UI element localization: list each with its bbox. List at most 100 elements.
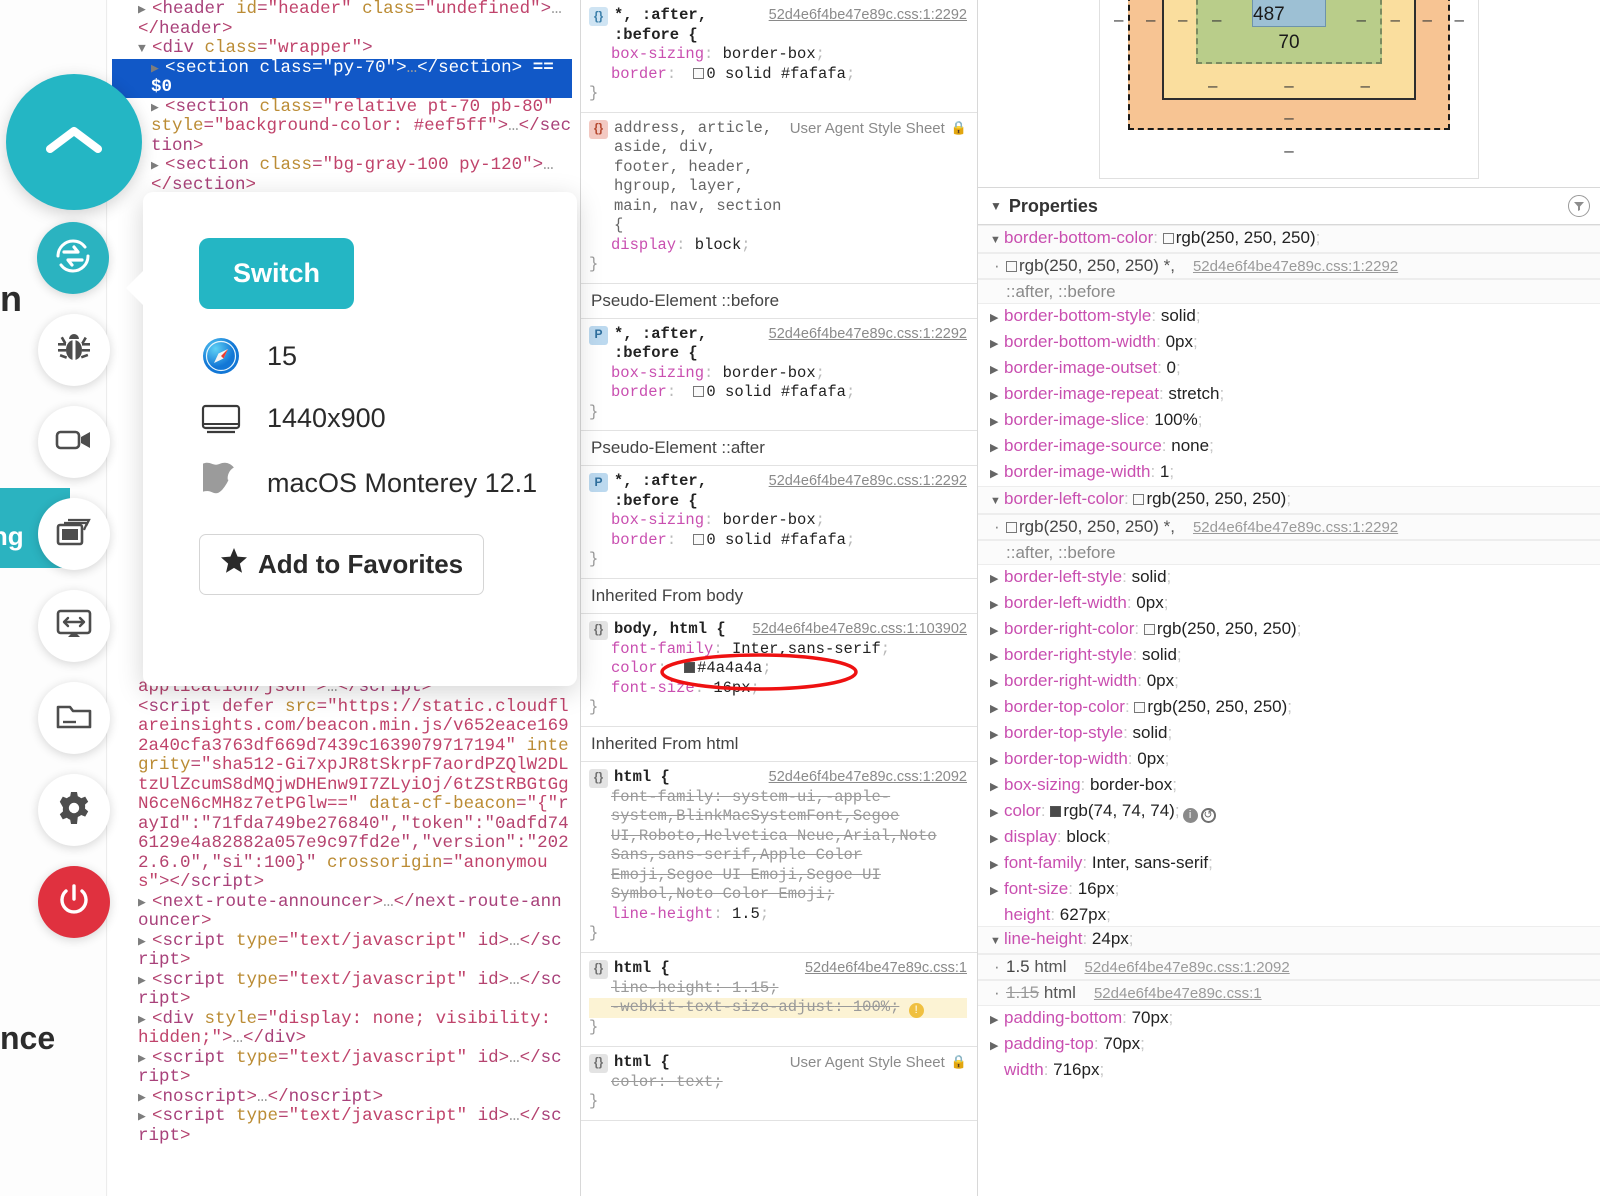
property-source-link[interactable]: 52d4e6f4be47e89c.css:1 [1094,985,1262,1002]
property-source-link[interactable]: 52d4e6f4be47e89c.css:1:2292 [1193,258,1398,275]
property-row[interactable]: ▶ box-sizing: border-box; [978,773,1600,799]
chevron-down-icon[interactable]: ▼ [990,199,1002,213]
css-declaration-overridden[interactable]: font-family: system-ui,-apple-system,Bli… [589,788,967,905]
property-value[interactable]: 16px [1078,879,1115,898]
chevron-right-icon[interactable]: ▶ [990,724,1004,747]
chevron-right-icon[interactable]: ▶ [990,333,1004,356]
color-swatch-icon[interactable] [693,533,705,545]
color-swatch-icon[interactable] [1050,806,1062,817]
property-value[interactable]: 716px [1053,1060,1099,1079]
property-source-row[interactable]: · rgb(250, 250, 250) *, 52d4e6f4be47e89c.c… [978,253,1600,279]
property-source-link[interactable]: 52d4e6f4be47e89c.css:1:2292 [1193,519,1398,536]
css-selector[interactable]: *, :after, :before { [614,6,763,45]
css-value[interactable]: Inter,sans-serif [732,640,881,658]
css-selector[interactable]: *, :after, :before { [614,325,763,364]
color-swatch-icon[interactable] [1134,702,1146,713]
css-declaration-warning[interactable]: -webkit-text-size-adjust: 100%; ! [589,998,967,1018]
chevron-right-icon[interactable]: ▶ [151,59,165,79]
property-value[interactable]: 70px [1103,1034,1140,1053]
chevron-right-icon[interactable]: ▶ [138,1107,152,1127]
chevron-right-icon[interactable]: ▶ [138,1010,152,1030]
property-row[interactable]: ▶ border-left-style: solid; [978,565,1600,591]
chevron-right-icon[interactable]: ▶ [990,698,1004,721]
property-value[interactable]: rgb(250, 250, 250) [1157,619,1297,638]
property-row[interactable]: ▶ border-top-color: rgb(250, 250, 250); [978,695,1600,721]
property-row[interactable]: ▶ border-image-repeat: stretch; [978,382,1600,408]
property-value[interactable]: rgb(250, 250, 250) [1146,489,1286,508]
info-icon[interactable]: i [1182,808,1198,823]
property-value[interactable]: 0px [1136,593,1163,612]
css-source-link[interactable]: 52d4e6f4be47e89c.css:1:103902 [753,620,967,640]
toolbar-switch-button[interactable] [37,222,109,294]
warning-icon[interactable]: ! [908,1003,924,1018]
color-swatch-icon[interactable] [693,386,705,397]
dom-node[interactable]: ▶ <noscript>…</noscript> [112,1087,572,1108]
css-declaration-overridden[interactable]: line-height: 1.15; [589,979,967,999]
property-value[interactable]: border-box [1090,775,1172,794]
property-row[interactable]: ▶ border-left-width: 0px; [978,591,1600,617]
css-value[interactable]: 100% [853,998,890,1016]
property-row[interactable]: width: 716px; [978,1058,1600,1081]
property-value[interactable]: rgb(250, 250, 250) [1147,697,1287,716]
css-selector[interactable]: html { [614,768,763,788]
chevron-right-icon[interactable]: ▶ [151,156,165,176]
chevron-right-icon[interactable]: ▶ [990,620,1004,643]
toolbar-files-button[interactable] [38,682,110,754]
css-declaration[interactable]: border: 0 solid #fafafa; [589,65,967,85]
property-row[interactable]: ▶ padding-top: 70px; [978,1032,1600,1058]
device-info-popover[interactable]: Switch 15 1440x900 macOS Monterey 12.1 A… [126,192,577,686]
property-value[interactable]: 0px [1166,332,1193,351]
color-swatch-icon[interactable] [1133,494,1145,505]
css-declaration[interactable]: box-sizing: border-box; [589,364,967,384]
property-value[interactable]: block [1066,827,1106,846]
chevron-right-icon[interactable]: ▶ [138,932,152,952]
property-source-link[interactable]: 52d4e6f4be47e89c.css:1:2092 [1085,959,1290,976]
property-row[interactable]: ▼ border-bottom-color: rgb(250, 250, 250)… [978,225,1600,253]
toolbar-stop-button[interactable] [38,866,110,938]
toolbar-responsive-button[interactable] [38,590,110,662]
property-source-row[interactable]: · rgb(250, 250, 250) *, 52d4e6f4be47e89c.c… [978,514,1600,540]
property-source-row[interactable]: · 1.5 html 52d4e6f4be47e89c.css:1:2092 [978,954,1600,980]
color-swatch-icon[interactable] [1006,261,1017,272]
css-value[interactable]: 1.5 [732,905,760,923]
property-row[interactable]: ▶ font-family: Inter, sans-serif; [978,851,1600,877]
styles-panel[interactable]: {} *, :after, :before { 52d4e6f4be47e89c… [580,0,978,1196]
chevron-right-icon[interactable]: ▶ [990,463,1004,486]
dom-node[interactable]: ▶ <script type="text/javascript" id>…</sc… [112,1048,572,1088]
chevron-right-icon[interactable]: ▶ [990,646,1004,669]
chevron-right-icon[interactable]: ▶ [990,828,1004,851]
property-row[interactable]: height: 627px; [978,903,1600,926]
add-to-favorites-button[interactable]: Add to Favorites [199,534,485,595]
toolbar-screenshots-button[interactable] [38,498,110,570]
property-row[interactable]: ▶ border-image-slice: 100%; [978,408,1600,434]
css-rule-html-ua[interactable]: {} html { User Agent Style Sheet 🔒 color… [581,1047,977,1121]
property-row[interactable]: ▶ border-right-width: 0px; [978,669,1600,695]
css-value[interactable]: border-box [723,45,816,63]
chevron-right-icon[interactable]: ▶ [990,594,1004,617]
css-value[interactable]: #4a4a4a [697,659,762,677]
property-value[interactable]: 1 [1160,462,1169,481]
chevron-down-icon[interactable]: ▼ [990,930,1004,953]
dom-node[interactable]: ▶ <section class="bg-gray-100 py-120">…</… [112,155,572,195]
chevron-right-icon[interactable]: ▶ [990,568,1004,591]
css-value[interactable]: border-box [723,511,816,529]
property-value[interactable]: none [1171,436,1209,455]
property-row[interactable]: ▶ border-right-color: rgb(250, 250, 250); [978,617,1600,643]
property-value[interactable]: solid [1161,306,1196,325]
property-value[interactable]: solid [1133,723,1168,742]
floating-toolbar[interactable] [6,74,142,958]
property-row[interactable]: ▶ border-top-width: 0px; [978,747,1600,773]
property-value[interactable]: 0px [1137,749,1164,768]
chevron-right-icon[interactable]: ▶ [138,0,152,20]
property-value[interactable]: 627px [1060,905,1106,924]
dom-node[interactable]: <script defer src="https://static.cloudf… [112,697,572,893]
funnel-icon[interactable] [1568,195,1590,217]
chevron-right-icon[interactable]: ▶ [990,359,1004,382]
toolbar-record-button[interactable] [38,406,110,478]
css-selector[interactable]: body, html { [614,620,747,640]
property-row[interactable]: ▶ font-size: 16px; [978,877,1600,903]
property-value[interactable]: rgb(250, 250, 250) [1176,228,1316,247]
chevron-right-icon[interactable]: ▶ [990,437,1004,460]
property-row[interactable]: ▶ border-image-source: none; [978,434,1600,460]
css-declaration[interactable]: font-size: 16px; [589,679,967,699]
